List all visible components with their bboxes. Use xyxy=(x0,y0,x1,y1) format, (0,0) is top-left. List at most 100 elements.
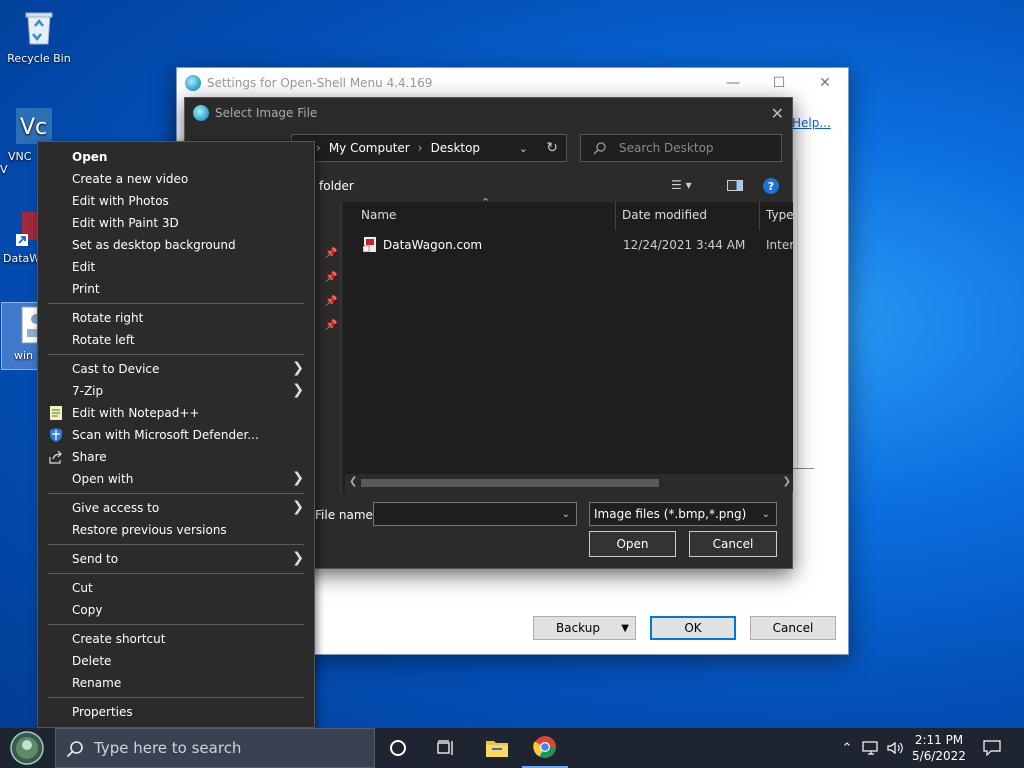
refresh-icon[interactable]: ↻ xyxy=(546,140,558,156)
menu-item-copy[interactable]: Copy xyxy=(38,599,314,621)
menu-item-7zip[interactable]: 7-Zip ❯ xyxy=(38,380,314,402)
new-folder-button[interactable]: folder xyxy=(319,179,354,193)
menu-item-label: Create a new video xyxy=(72,172,189,186)
help-icon[interactable]: ? xyxy=(763,178,779,194)
menu-item-create-video[interactable]: Create a new video xyxy=(38,168,314,190)
file-date: 12/24/2021 3:44 AM xyxy=(623,238,746,252)
column-header-type[interactable]: Type xyxy=(766,208,794,222)
menu-separator xyxy=(48,573,304,574)
minimize-icon[interactable]: — xyxy=(710,68,756,98)
menu-item-edit-paint3d[interactable]: Edit with Paint 3D xyxy=(38,212,314,234)
menu-item-label: 7-Zip xyxy=(72,384,104,398)
menu-item-label: Cut xyxy=(72,581,93,595)
cancel-button[interactable]: Cancel xyxy=(750,616,836,640)
cortana-button[interactable] xyxy=(378,728,418,768)
menu-item-label: Print xyxy=(72,282,100,296)
search-box[interactable]: Search Desktop xyxy=(580,134,782,162)
svg-text:Vc: Vc xyxy=(20,115,47,140)
internet-shortcut-icon xyxy=(363,237,376,253)
desktop-icon-win[interactable]: win xyxy=(1,302,51,370)
menu-item-properties[interactable]: Properties xyxy=(38,701,314,723)
file-name-input[interactable]: ⌄ xyxy=(373,502,577,526)
network-icon[interactable] xyxy=(860,728,882,768)
cortana-circle-icon xyxy=(390,740,406,756)
menu-item-restore-versions[interactable]: Restore previous versions xyxy=(38,519,314,541)
menu-item-give-access[interactable]: Give access to ❯ xyxy=(38,497,314,519)
menu-item-notepadpp[interactable]: Edit with Notepad++ xyxy=(38,402,314,424)
task-view-button[interactable] xyxy=(426,728,466,768)
show-hidden-icons-chevron-up-icon[interactable]: ⌃ xyxy=(838,728,856,768)
file-type-filter[interactable]: Image files (*.bmp,*.png) ⌄ xyxy=(589,502,777,526)
open-button[interactable]: Open xyxy=(589,531,676,557)
menu-item-label: Cast to Device xyxy=(72,362,160,376)
menu-item-label: Give access to xyxy=(72,501,160,515)
scroll-left-icon[interactable]: ❮ xyxy=(349,476,357,487)
cancel-button[interactable]: Cancel xyxy=(689,531,777,557)
menu-item-print[interactable]: Print xyxy=(38,278,314,300)
menu-item-rename[interactable]: Rename xyxy=(38,672,314,694)
file-explorer-button[interactable] xyxy=(474,728,520,768)
desktop-icon-label: win xyxy=(14,349,34,362)
menu-item-open[interactable]: Open xyxy=(38,146,314,168)
column-header-name[interactable]: Name xyxy=(361,208,396,222)
desktop-icon-recycle-bin[interactable]: Recycle Bin xyxy=(3,8,75,65)
menu-item-send-to[interactable]: Send to ❯ xyxy=(38,548,314,570)
menu-item-label: Open with xyxy=(72,472,134,486)
breadcrumb-desktop[interactable]: Desktop xyxy=(431,141,481,155)
menu-item-rotate-right[interactable]: Rotate right xyxy=(38,307,314,329)
clock[interactable]: 2:11 PM 5/6/2022 xyxy=(910,728,968,768)
taskbar-search-box[interactable]: Type here to search xyxy=(55,728,375,768)
pin-icon[interactable]: 📌 xyxy=(325,272,337,283)
close-icon[interactable]: ✕ xyxy=(771,104,784,123)
view-options-icon[interactable]: ☰ ▾ xyxy=(671,178,692,192)
pin-icon[interactable]: 📌 xyxy=(325,320,337,331)
desktop-icon-datawagon[interactable]: DataW xyxy=(0,208,46,265)
menu-item-label: Edit with Paint 3D xyxy=(72,216,179,230)
menu-item-rotate-left[interactable]: Rotate left xyxy=(38,329,314,351)
menu-item-label: Share xyxy=(72,450,107,464)
menu-item-cut[interactable]: Cut xyxy=(38,577,314,599)
menu-item-label: Properties xyxy=(72,705,133,719)
open-shell-logo-icon xyxy=(185,75,201,91)
chrome-button[interactable] xyxy=(522,728,568,768)
menu-item-scan-defender[interactable]: Scan with Microsoft Defender... xyxy=(38,424,314,446)
chevron-down-icon: ▼ xyxy=(621,622,629,634)
file-row[interactable]: DataWagon.com 12/24/2021 3:44 AM Intern xyxy=(343,234,793,256)
column-header-date-modified[interactable]: Date modified xyxy=(622,208,707,222)
chevron-down-icon[interactable]: ⌄ xyxy=(562,509,570,520)
menu-item-label: Scan with Microsoft Defender... xyxy=(72,428,259,442)
desktop-icon-vnc[interactable]: Vc VNC V xyxy=(0,106,52,176)
preview-pane-icon[interactable] xyxy=(727,180,743,191)
chevron-down-icon[interactable]: ⌄ xyxy=(762,509,770,520)
menu-item-delete[interactable]: Delete xyxy=(38,650,314,672)
close-icon[interactable]: ✕ xyxy=(802,68,848,98)
menu-item-cast-to-device[interactable]: Cast to Device ❯ xyxy=(38,358,314,380)
help-link[interactable]: Help... xyxy=(792,116,831,130)
notifications-icon[interactable] xyxy=(980,728,1004,768)
pin-icon[interactable]: 📌 xyxy=(325,248,337,259)
menu-item-label: Delete xyxy=(72,654,112,668)
start-button[interactable] xyxy=(0,728,54,768)
breadcrumb-my-computer[interactable]: My Computer xyxy=(329,141,410,155)
folder-icon xyxy=(486,741,508,757)
scrollbar-thumb[interactable] xyxy=(361,479,659,487)
menu-item-share[interactable]: Share xyxy=(38,446,314,468)
chevron-down-icon[interactable]: ⌄ xyxy=(519,142,528,155)
menu-item-set-background[interactable]: Set as desktop background xyxy=(38,234,314,256)
address-bar[interactable]: › My Computer › Desktop ⌄ ↻ xyxy=(291,134,567,162)
volume-icon[interactable] xyxy=(884,728,906,768)
pin-icon[interactable]: 📌 xyxy=(325,296,337,307)
backup-button[interactable]: Backup ▼ xyxy=(533,616,636,640)
menu-item-edit[interactable]: Edit xyxy=(38,256,314,278)
menu-item-edit-photos[interactable]: Edit with Photos xyxy=(38,190,314,212)
scroll-right-icon[interactable]: ❯ xyxy=(783,476,791,487)
file-name: DataWagon.com xyxy=(383,238,483,252)
menu-item-create-shortcut[interactable]: Create shortcut xyxy=(38,628,314,650)
menu-separator xyxy=(48,544,304,545)
dialog-titlebar[interactable]: Select Image File xyxy=(185,98,792,128)
ok-button[interactable]: OK xyxy=(650,616,736,640)
horizontal-scrollbar[interactable]: ❮ ❯ xyxy=(345,474,793,492)
file-type: Intern xyxy=(766,238,793,252)
menu-item-open-with[interactable]: Open with ❯ xyxy=(38,468,314,490)
maximize-icon[interactable]: ☐ xyxy=(756,68,802,98)
